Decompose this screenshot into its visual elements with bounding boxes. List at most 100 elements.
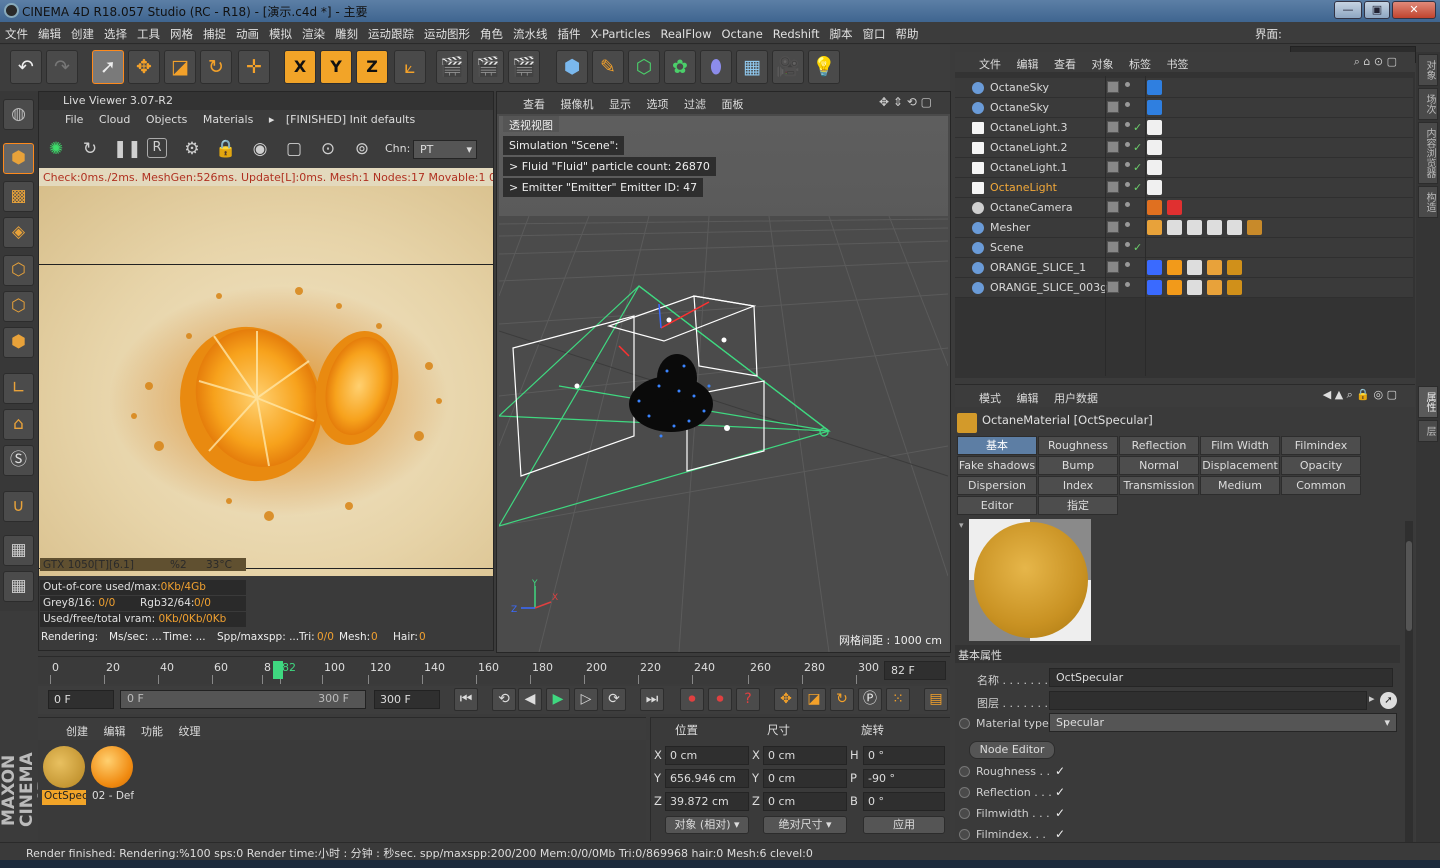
object-row[interactable]: ORANGE_SLICE_003g	[955, 278, 1413, 298]
deformer-button[interactable]: ⬮	[700, 50, 732, 84]
playhead[interactable]	[273, 661, 283, 679]
am-scrollbar[interactable]	[1405, 521, 1413, 851]
menu-mesh[interactable]: 网格	[165, 22, 198, 42]
next-key-button[interactable]: ⟳	[602, 688, 626, 711]
side-tab-structure[interactable]: 构造	[1418, 186, 1438, 218]
material-tab[interactable]: 基本	[957, 436, 1037, 455]
menu-plugins[interactable]: 插件	[553, 22, 586, 42]
menu-tools[interactable]: 工具	[132, 22, 165, 42]
position-field[interactable]: 656.946 cm	[665, 769, 749, 788]
material-tab[interactable]: Transmission	[1119, 476, 1199, 495]
maximize-button[interactable]: ▣	[1364, 1, 1390, 19]
recent-tool-button[interactable]: ✛	[238, 50, 270, 84]
object-name[interactable]: OctaneLight.3	[990, 121, 1067, 134]
frame-toggle-icon[interactable]: ▢	[283, 138, 305, 160]
edges-mode-button[interactable]: ⬡	[3, 291, 34, 322]
object-row[interactable]: OctaneLight.3 ✓	[955, 118, 1413, 138]
texture-mode-button[interactable]: ▩	[3, 181, 34, 212]
tweak-mode-button[interactable]: ⌂	[3, 409, 34, 440]
coordinate-mode-select[interactable]: 对象 (相对) ▾	[665, 816, 749, 834]
object-row[interactable]: OctaneLight.2 ✓	[955, 138, 1413, 158]
tag-icon[interactable]	[1147, 140, 1162, 155]
next-frame-button[interactable]: ▷	[574, 688, 598, 711]
am-menu-edit[interactable]: 编辑	[1017, 392, 1039, 405]
menu-motion-tracking[interactable]: 运动跟踪	[363, 22, 419, 42]
menu-animate[interactable]: 动画	[231, 22, 264, 42]
menu-window[interactable]: 窗口	[857, 22, 890, 42]
layer-swatch[interactable]	[1107, 161, 1119, 173]
layer-swatch[interactable]	[1107, 121, 1119, 133]
visibility-dot[interactable]	[1125, 282, 1130, 287]
om-menu-view[interactable]: 查看	[1054, 58, 1076, 71]
goto-start-button[interactable]: ⏮	[454, 688, 478, 711]
material-tab[interactable]: Filmindex	[1281, 436, 1361, 455]
material-tab[interactable]: Dispersion	[957, 476, 1037, 495]
menu-sculpt[interactable]: 雕刻	[330, 22, 363, 42]
enabled-check-icon[interactable]: ✓	[1133, 181, 1142, 194]
layer-swatch[interactable]	[1107, 101, 1119, 113]
am-menu-mode[interactable]: 模式	[979, 392, 1001, 405]
cube-button[interactable]: ⬢	[556, 50, 588, 84]
preview-collapse-icon[interactable]: ▾	[959, 521, 964, 531]
material-type-select[interactable]: Specular ▾	[1049, 713, 1397, 732]
prev-frame-button[interactable]: ◀	[518, 688, 542, 711]
material-tab[interactable]: Normal	[1119, 456, 1199, 475]
live-selection-tool-button[interactable]: ➚	[92, 50, 124, 84]
subdivision-button[interactable]: ⬡	[628, 50, 660, 84]
size-field[interactable]: 0 cm	[763, 792, 847, 811]
material-type-radio[interactable]	[959, 718, 970, 729]
material-tab[interactable]: Opacity	[1281, 456, 1361, 475]
visibility-dot[interactable]	[1125, 122, 1130, 127]
channel-radio[interactable]	[959, 829, 970, 840]
record-key-button[interactable]: ⏺	[680, 688, 704, 711]
tag-icon[interactable]	[1187, 220, 1202, 235]
tag-icon[interactable]	[1147, 120, 1162, 135]
material-tab[interactable]: Reflection	[1119, 436, 1199, 455]
object-name[interactable]: Scene	[990, 241, 1024, 254]
render-view-button[interactable]: 🎬	[436, 50, 468, 84]
menu-character[interactable]: 角色	[475, 22, 508, 42]
vp-menu-options[interactable]: 选项	[647, 98, 669, 111]
end-frame-field[interactable]: 300 F	[374, 690, 440, 709]
layer-swatch[interactable]	[1107, 81, 1119, 93]
visibility-dot[interactable]	[1125, 242, 1130, 247]
side-tab-attributes[interactable]: 属性	[1418, 386, 1438, 418]
side-tab-objects[interactable]: 对象	[1418, 54, 1438, 86]
tag-icon[interactable]	[1207, 280, 1222, 295]
floor-button[interactable]: ▦	[736, 50, 768, 84]
menu-script[interactable]: 脚本	[824, 22, 857, 42]
undo-button[interactable]: ↶	[10, 50, 42, 84]
model-mode-button[interactable]: ⬢	[3, 143, 34, 174]
viewport-canvas[interactable]: 透视视图 Simulation "Scene": > Fluid "Fluid"…	[499, 116, 948, 652]
material-tab[interactable]: 指定	[1038, 496, 1118, 515]
vp-menu-panel[interactable]: 面板	[722, 98, 744, 111]
om-menu-edit[interactable]: 编辑	[1017, 58, 1039, 71]
tag-icon[interactable]	[1227, 260, 1242, 275]
render-settings-button[interactable]: 🎬	[508, 50, 540, 84]
key-position-button[interactable]: ✥	[774, 688, 798, 711]
key-pla-button[interactable]: ⁙	[886, 688, 910, 711]
size-field[interactable]: 0 cm	[763, 769, 847, 788]
tag-icon[interactable]	[1227, 280, 1242, 295]
layer-swatch[interactable]	[1107, 141, 1119, 153]
menu-mograph[interactable]: 运动图形	[419, 22, 475, 42]
object-row[interactable]: OctaneSky	[955, 98, 1413, 118]
side-tab-layers[interactable]: 层	[1418, 420, 1438, 442]
material-tab[interactable]: Bump	[1038, 456, 1118, 475]
object-name[interactable]: ORANGE_SLICE_1	[990, 261, 1086, 274]
om-menu-objects[interactable]: 对象	[1092, 58, 1114, 71]
pen-button[interactable]: ✎	[592, 50, 624, 84]
layer-swatch[interactable]	[1107, 261, 1119, 273]
vp-menu-filter[interactable]: 过滤	[684, 98, 706, 111]
tag-icon[interactable]	[1147, 220, 1162, 235]
close-button[interactable]: ✕	[1392, 1, 1436, 19]
layer-field[interactable]	[1049, 691, 1367, 710]
object-name[interactable]: OctaneCamera	[990, 201, 1073, 214]
prev-key-button[interactable]: ⟲	[492, 688, 516, 711]
object-name[interactable]: Mesher	[990, 221, 1030, 234]
menu-octane[interactable]: Octane	[716, 23, 767, 41]
lv-menu-materials[interactable]: Materials	[203, 113, 253, 126]
object-row[interactable]: OctaneCamera	[955, 198, 1413, 218]
key-param-button[interactable]: Ⓟ	[858, 688, 882, 711]
restart-render-icon[interactable]: ↻	[79, 138, 101, 160]
